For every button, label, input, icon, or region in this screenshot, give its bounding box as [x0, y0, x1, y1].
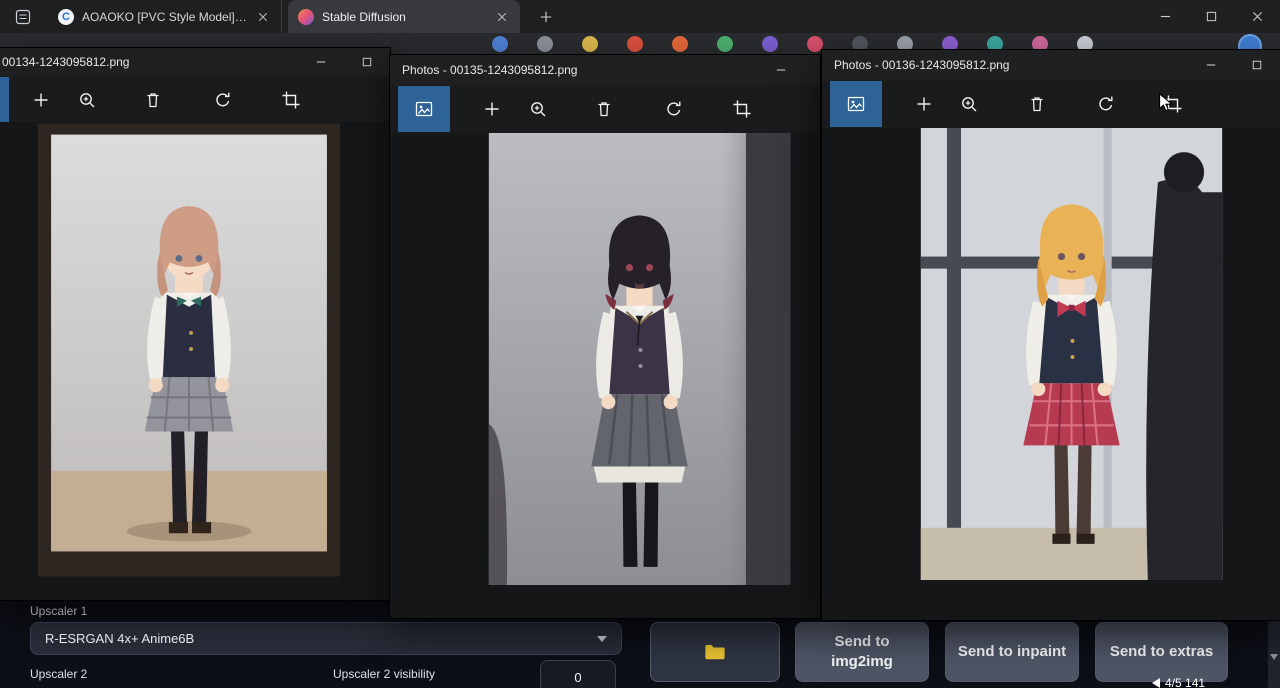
delete-button[interactable]: [133, 80, 173, 120]
mouse-cursor: [1155, 92, 1177, 114]
see-all-photos-button[interactable]: [398, 86, 450, 132]
photos-toolbar: [822, 80, 1280, 128]
add-to-album-button[interactable]: [472, 89, 512, 129]
open-output-folder-button[interactable]: [650, 622, 780, 682]
photos-window-00136[interactable]: Photos - 00136-1243095812.png: [822, 50, 1280, 620]
photo-view: [0, 122, 390, 600]
extension-icon[interactable]: [717, 36, 733, 52]
civitai-favicon-icon: C: [58, 9, 74, 25]
desktop: C AOAOKO [PVC Style Model] - PV Stable D…: [0, 0, 1280, 688]
trash-icon: [1027, 94, 1047, 114]
upscaler1-value: R-ESRGAN 4x+ Anime6B: [45, 631, 194, 646]
chevron-down-icon: [597, 636, 607, 642]
photos-toolbar: [0, 76, 390, 122]
upscaler2-label: Upscaler 2: [30, 667, 87, 681]
window-title: Photos - 00136-1243095812.png: [822, 58, 1009, 72]
rotate-button[interactable]: [654, 89, 694, 129]
rotate-icon: [1096, 94, 1116, 114]
gallery-icon: [846, 94, 866, 114]
zoom-button[interactable]: [67, 80, 107, 120]
overlay-status: 4/5 141: [1152, 676, 1205, 688]
browser-window-controls: [1142, 0, 1280, 33]
extension-icon[interactable]: [492, 36, 508, 52]
extension-icon[interactable]: [807, 36, 823, 52]
add-to-album-button[interactable]: [21, 80, 61, 120]
add-to-album-button[interactable]: [904, 84, 944, 124]
photo-image-00136[interactable]: [920, 128, 1223, 580]
rotate-icon: [213, 90, 233, 110]
tab-label: AOAOKO [PVC Style Model] - PV: [82, 10, 247, 24]
gallery-icon: [414, 99, 434, 119]
stable-diffusion-favicon-icon: [298, 9, 314, 25]
upscaler1-dropdown[interactable]: R-ESRGAN 4x+ Anime6B: [30, 622, 622, 655]
see-all-photos-button[interactable]: [0, 77, 9, 123]
close-tab-icon[interactable]: [255, 9, 271, 25]
folder-icon: [703, 640, 727, 664]
upscaler2-visibility-label: Upscaler 2 visibility: [333, 667, 435, 681]
close-icon[interactable]: [1234, 0, 1280, 33]
photo-view: [390, 133, 820, 618]
browser-tab-stable-diffusion[interactable]: Stable Diffusion: [288, 0, 520, 33]
extension-icon[interactable]: [537, 36, 553, 52]
photo-image-00135[interactable]: [488, 133, 791, 585]
photos-window-00135[interactable]: Photos - 00135-1243095812.png: [390, 55, 820, 618]
tab-overview-button[interactable]: [12, 6, 34, 28]
browser-tab-aoaoko[interactable]: C AOAOKO [PVC Style Model] - PV: [48, 0, 282, 33]
send-to-inpaint-button[interactable]: Send to inpaint: [945, 622, 1079, 682]
extension-icon[interactable]: [582, 36, 598, 52]
rotate-icon: [664, 99, 684, 119]
delete-button[interactable]: [1017, 84, 1057, 124]
photos-window-00134[interactable]: 00134-1243095812.png: [0, 48, 390, 600]
zoom-icon: [77, 90, 97, 110]
extension-icon[interactable]: [672, 36, 688, 52]
extension-icon[interactable]: [762, 36, 778, 52]
trash-icon: [143, 90, 163, 110]
photos-toolbar: [390, 85, 820, 133]
maximize-icon[interactable]: [1234, 50, 1280, 80]
triangle-left-icon: [1152, 678, 1160, 688]
new-tab-button[interactable]: [534, 5, 558, 29]
plus-icon: [31, 90, 51, 110]
rotate-button[interactable]: [1086, 84, 1126, 124]
tab-label: Stable Diffusion: [322, 10, 486, 24]
zoom-icon: [959, 94, 979, 114]
minimize-icon[interactable]: [758, 55, 804, 85]
minimize-icon[interactable]: [1142, 0, 1188, 33]
trash-icon: [594, 99, 614, 119]
photo-view: [822, 128, 1280, 620]
scroll-down-arrow-icon[interactable]: [1270, 654, 1278, 660]
zoom-button[interactable]: [518, 89, 558, 129]
photo-image-00134[interactable]: [38, 123, 340, 577]
titlebar[interactable]: Photos - 00135-1243095812.png: [390, 55, 820, 85]
maximize-icon[interactable]: [1188, 0, 1234, 33]
minimize-icon[interactable]: [298, 48, 344, 76]
close-tab-icon[interactable]: [494, 9, 510, 25]
titlebar[interactable]: Photos - 00136-1243095812.png: [822, 50, 1280, 80]
crop-icon: [732, 99, 752, 119]
plus-icon: [914, 94, 934, 114]
send-to-img2img-button[interactable]: Send to img2img: [795, 622, 929, 682]
window-title: 00134-1243095812.png: [0, 55, 129, 69]
crop-button[interactable]: [271, 80, 311, 120]
upscaler2-visibility-input[interactable]: [540, 660, 616, 688]
window-title: Photos - 00135-1243095812.png: [390, 63, 577, 77]
send-to-extras-button[interactable]: Send to extras: [1095, 622, 1228, 682]
browser-tab-bar: C AOAOKO [PVC Style Model] - PV Stable D…: [0, 0, 1280, 33]
plus-icon: [482, 99, 502, 119]
crop-icon: [281, 90, 301, 110]
crop-button[interactable]: [722, 89, 762, 129]
minimize-icon[interactable]: [1188, 50, 1234, 80]
zoom-icon: [528, 99, 548, 119]
zoom-button[interactable]: [949, 84, 989, 124]
delete-button[interactable]: [584, 89, 624, 129]
titlebar[interactable]: 00134-1243095812.png: [0, 48, 390, 76]
see-all-photos-button[interactable]: [830, 81, 882, 127]
extension-icon[interactable]: [627, 36, 643, 52]
upscaler1-label: Upscaler 1: [30, 604, 87, 618]
rotate-button[interactable]: [203, 80, 243, 120]
maximize-icon[interactable]: [344, 48, 390, 76]
